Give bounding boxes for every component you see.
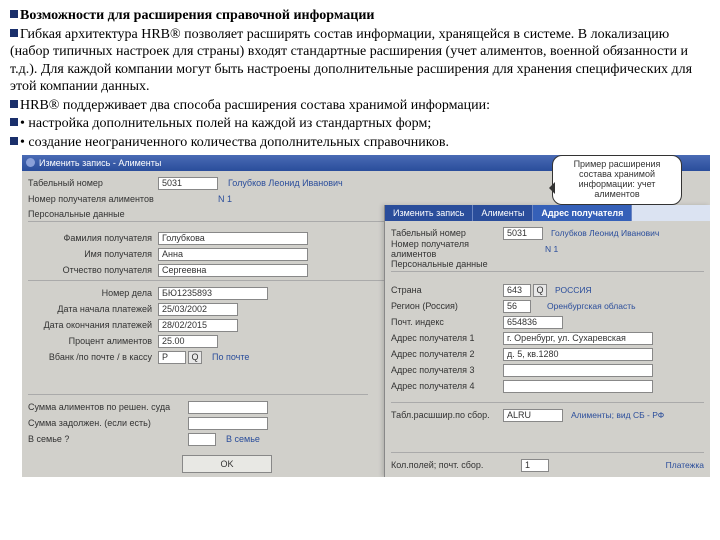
window-address: Изменить запись Алименты Адрес получател…: [384, 205, 710, 477]
label-sum2: Сумма задолжен. (если есть): [28, 418, 188, 428]
field-otch[interactable]: Сергеевна: [158, 264, 308, 277]
lookup-icon[interactable]: Q: [533, 284, 547, 297]
field-dstart[interactable]: 25/03/2002: [158, 303, 238, 316]
label-bank: Вбанк /по почте / в кассу: [28, 352, 158, 362]
w2-field-tabnum[interactable]: 5031: [503, 227, 543, 240]
callout-bubble: Пример расширения состава хранимой инфор…: [552, 155, 682, 205]
w2-foot-link[interactable]: Платежка: [666, 460, 704, 470]
label-fam: Фамилия получателя: [28, 233, 158, 243]
text-recnum: N 1: [218, 194, 232, 204]
lookup-icon[interactable]: Q: [188, 351, 202, 364]
ok-button[interactable]: OK: [182, 455, 272, 473]
field-delo[interactable]: БЮ1235893: [158, 287, 268, 300]
link-fam2[interactable]: В семье: [226, 434, 260, 444]
tab-edit[interactable]: Изменить запись: [385, 205, 473, 221]
w2-label-tabnum: Табельный номер: [391, 228, 503, 238]
w2-tbl-link[interactable]: Алименты; вид СБ - РФ: [571, 410, 664, 420]
w2-field-tbl[interactable]: ALRU: [503, 409, 563, 422]
field-bank[interactable]: P: [158, 351, 186, 364]
label-sum1: Сумма алиментов по решен. суда: [28, 402, 188, 412]
w2-label-a3: Адрес получателя 3: [391, 365, 503, 375]
w2-label-foot: Кол.полей; почт. сбор.: [391, 460, 521, 470]
para-4: • создание неограниченного количества до…: [20, 135, 449, 150]
w2-emp-name[interactable]: Голубков Леонид Иванович: [551, 228, 659, 238]
field-imya[interactable]: Анна: [158, 248, 308, 261]
label-dstart: Дата начала платежей: [28, 304, 158, 314]
field-fam[interactable]: Голубкова: [158, 232, 308, 245]
label-recnum: Номер получателя алиментов: [28, 194, 158, 204]
w2-field-country[interactable]: 643: [503, 284, 531, 297]
label-otch: Отчество получателя: [28, 265, 158, 275]
field-sum2[interactable]: [188, 417, 268, 430]
w2-label-zip: Почт. индекс: [391, 317, 503, 327]
w2-field-zip[interactable]: 654836: [503, 316, 563, 329]
w2-field-a2[interactable]: д. 5, кв.1280: [503, 348, 653, 361]
link-emp-name[interactable]: Голубков Леонид Иванович: [228, 178, 343, 188]
w2-label-tbl: Табл.расшшир.по сбор.: [391, 410, 503, 420]
label-imya: Имя получателя: [28, 249, 158, 259]
w2-label-a1: Адрес получателя 1: [391, 333, 503, 343]
w2-group-personal: Персональные данные: [391, 259, 704, 269]
label-dend: Дата окончания платежей: [28, 320, 158, 330]
w2-label-region: Регион (Россия): [391, 301, 503, 311]
w2-label-recnum: Номер получателя алиментов: [391, 239, 503, 259]
tab-address[interactable]: Адрес получателя: [533, 205, 632, 221]
w2-field-a3[interactable]: [503, 364, 653, 377]
w2-label-a2: Адрес получателя 2: [391, 349, 503, 359]
field-sum1[interactable]: [188, 401, 268, 414]
field-tabnum[interactable]: 5031: [158, 177, 218, 190]
link-bank[interactable]: По почте: [212, 352, 249, 362]
w2-country-link[interactable]: РОССИЯ: [555, 285, 592, 295]
field-dend[interactable]: 28/02/2015: [158, 319, 238, 332]
label-delo: Номер дела: [28, 288, 158, 298]
tab-aliment[interactable]: Алименты: [473, 205, 533, 221]
para-1: Гибкая архитектура HRB® позволяет расшир…: [10, 27, 692, 95]
label-tabnum: Табельный номер: [28, 178, 158, 188]
para-3: • настройка дополнительных полей на кажд…: [20, 116, 431, 131]
w2-label-country: Страна: [391, 285, 503, 295]
w2-field-region[interactable]: 56: [503, 300, 531, 313]
w2-field-a4[interactable]: [503, 380, 653, 393]
w2-field-foot[interactable]: 1: [521, 459, 549, 472]
screenshot-area: Изменить запись - Алименты Табельный ном…: [22, 155, 710, 477]
field-fam2[interactable]: [188, 433, 216, 446]
field-pct[interactable]: 25.00: [158, 335, 218, 348]
w2-label-a4: Адрес получателя 4: [391, 381, 503, 391]
w2-field-a1[interactable]: г. Оренбург, ул. Сухаревская: [503, 332, 653, 345]
heading: Возможности для расширения справочной ин…: [20, 8, 374, 23]
para-2: HRB® поддерживает два способа расширения…: [20, 98, 490, 113]
label-fam2: В семье ?: [28, 434, 188, 444]
w2-recnum: N 1: [545, 244, 558, 254]
label-pct: Процент алиментов: [28, 336, 158, 346]
w2-region-link[interactable]: Оренбургская область: [547, 301, 636, 311]
